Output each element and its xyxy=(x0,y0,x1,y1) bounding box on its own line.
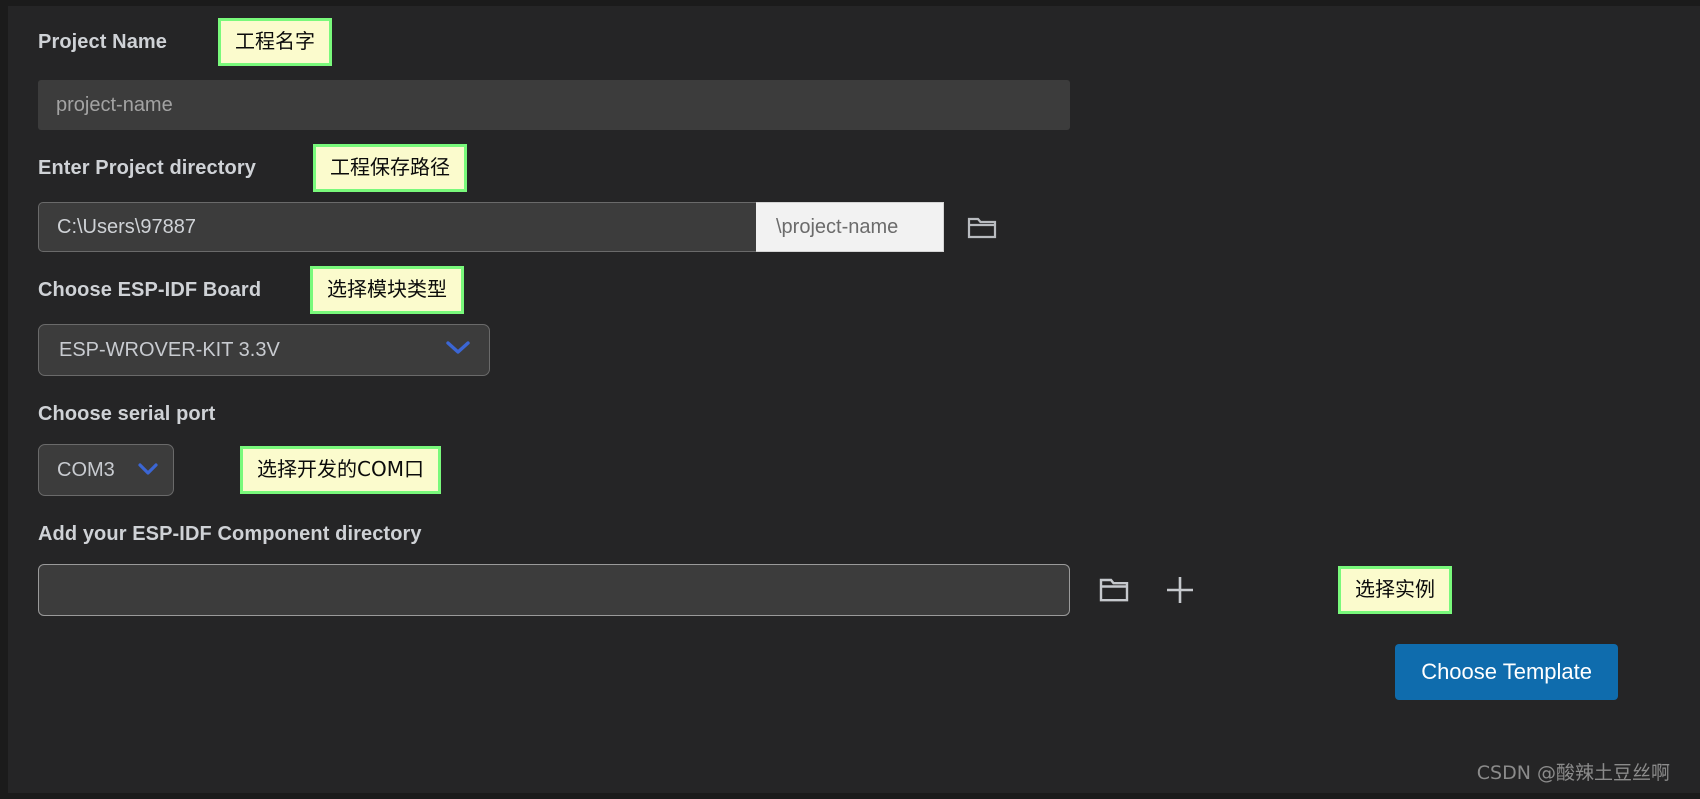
board-select-value: ESP-WROVER-KIT 3.3V xyxy=(59,339,280,362)
annotation-project-name: 工程名字 xyxy=(218,18,332,66)
project-directory-input-value: C:\Users\97887 xyxy=(57,216,196,239)
folder-open-icon[interactable] xyxy=(1092,568,1136,612)
serial-port-row: COM3 选择开发的COM口 xyxy=(38,444,1678,496)
project-directory-label: Enter Project directory xyxy=(38,157,313,180)
annotation-choose-template: 选择实例 xyxy=(1338,566,1452,614)
project-directory-suffix-text: \project-name xyxy=(776,216,898,239)
project-directory-row: C:\Users\97887 \project-name xyxy=(38,202,1678,252)
project-form: Project Name 工程名字 project-name Enter Pro… xyxy=(38,20,1678,700)
choose-template-button[interactable]: Choose Template xyxy=(1395,644,1618,700)
annotation-board: 选择模块类型 xyxy=(310,266,464,314)
board-select[interactable]: ESP-WROVER-KIT 3.3V xyxy=(38,324,490,376)
project-directory-suffix: \project-name xyxy=(756,202,944,252)
component-directory-row: 选择实例 xyxy=(38,564,1678,616)
component-directory-label: Add your ESP-IDF Component directory xyxy=(38,523,422,546)
annotation-serial-port: 选择开发的COM口 xyxy=(240,446,441,494)
board-label-row: Choose ESP-IDF Board 选择模块类型 xyxy=(38,268,1678,312)
annotation-project-directory: 工程保存路径 xyxy=(313,144,467,192)
project-directory-input[interactable]: C:\Users\97887 xyxy=(38,202,756,252)
project-name-label: Project Name xyxy=(38,31,218,54)
choose-template-row: Choose Template xyxy=(38,644,1678,700)
component-directory-label-row: Add your ESP-IDF Component directory xyxy=(38,512,1678,556)
serial-port-select[interactable]: COM3 xyxy=(38,444,174,496)
chevron-down-icon xyxy=(137,459,159,482)
serial-port-select-value: COM3 xyxy=(57,459,115,482)
project-directory-label-row: Enter Project directory 工程保存路径 xyxy=(38,146,1678,190)
folder-icon[interactable] xyxy=(960,205,1004,249)
project-name-input[interactable]: project-name xyxy=(38,80,1070,130)
serial-port-label: Choose serial port xyxy=(38,403,215,426)
project-name-label-row: Project Name 工程名字 xyxy=(38,20,1678,64)
plus-icon[interactable] xyxy=(1158,568,1202,612)
new-project-wizard-panel: Project Name 工程名字 project-name Enter Pro… xyxy=(0,0,1700,799)
serial-port-label-row: Choose serial port xyxy=(38,392,1678,436)
chevron-down-icon xyxy=(445,339,471,362)
csdn-watermark: CSDN @酸辣土豆丝啊 xyxy=(1477,758,1670,785)
board-label: Choose ESP-IDF Board xyxy=(38,279,310,302)
component-directory-input[interactable] xyxy=(38,564,1070,616)
project-name-input-value: project-name xyxy=(56,94,173,117)
